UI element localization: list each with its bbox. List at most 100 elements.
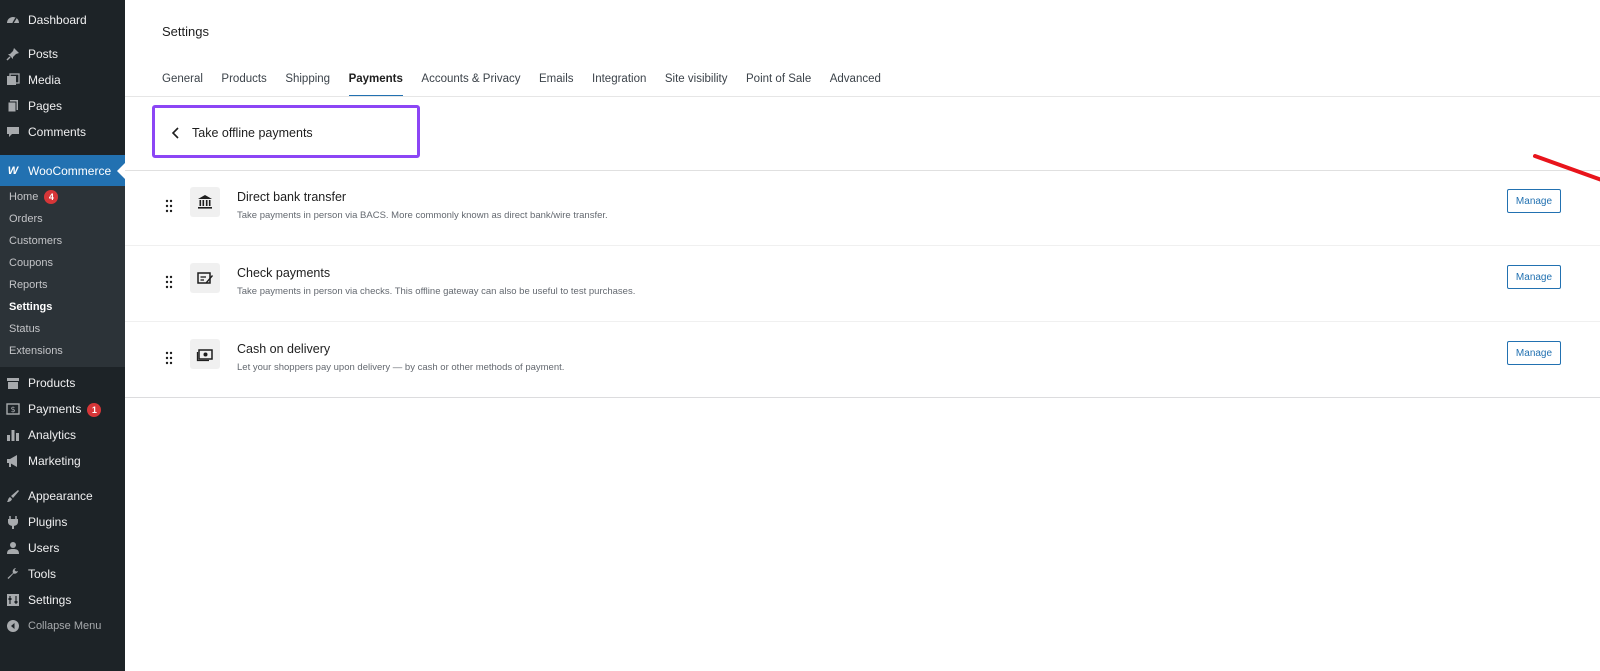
bank-icon [190,187,220,217]
archive-icon [6,376,20,390]
menu-payments[interactable]: $ Payments 1 [0,396,125,422]
menu-label: Settings [28,593,72,607]
menu-label: Payments 1 [28,402,102,417]
menu-label: Users [28,541,60,555]
gateway-description: Let your shoppers pay upon delivery — by… [237,362,565,373]
payments-icon: $ [6,402,20,416]
tab-emails[interactable]: Emails [539,72,574,96]
settings-icon [6,593,20,607]
tab-point-of-sale[interactable]: Point of Sale [746,72,811,96]
tabs-divider [125,96,1600,97]
plugin-icon [6,515,20,529]
menu-label: Appearance [28,489,93,503]
tab-products[interactable]: Products [221,72,266,96]
menu-label: Media [28,73,61,87]
analytics-icon [6,428,20,442]
tab-site-visibility[interactable]: Site visibility [665,72,728,96]
collapse-icon [6,619,20,633]
menu-label: Marketing [28,454,81,468]
tab-accounts-privacy[interactable]: Accounts & Privacy [421,72,520,96]
megaphone-icon [6,454,20,468]
notification-badge: 1 [87,403,102,417]
menu-label: Comments [28,125,87,139]
menu-media[interactable]: Media [0,67,125,93]
drag-handle-icon[interactable] [165,275,173,289]
submenu-home[interactable]: Home 4 [9,188,59,206]
menu-label: Plugins [28,515,68,529]
tab-advanced[interactable]: Advanced [830,72,881,96]
submenu-reports[interactable]: Reports [9,276,48,294]
admin-sidebar: Dashboard Posts Media Pages Comments W W… [0,0,125,671]
pin-icon [6,47,20,61]
menu-label: Analytics [28,428,77,442]
menu-dashboard[interactable]: Dashboard [0,7,125,33]
cash-icon [190,339,220,369]
tab-shipping[interactable]: Shipping [285,72,330,96]
submenu-coupons[interactable]: Coupons [9,254,53,272]
menu-products[interactable]: Products [0,370,125,396]
media-icon [6,73,20,87]
submenu-customers[interactable]: Customers [9,232,62,250]
tab-payments[interactable]: Payments [348,72,403,96]
menu-label: Dashboard [28,13,87,27]
row-divider [125,245,1600,246]
manage-button[interactable]: Manage [1507,341,1561,365]
drag-handle-icon[interactable] [165,199,173,213]
menu-posts[interactable]: Posts [0,41,125,67]
menu-settings[interactable]: Settings [0,587,125,613]
submenu-label: Customers [9,235,63,247]
woocommerce-submenu: Home 4 Orders Customers Coupons Reports … [0,186,125,367]
page-title: Settings [162,24,209,39]
submenu-label: Coupons [9,257,54,269]
submenu-status[interactable]: Status [9,320,40,338]
notification-badge: 4 [44,190,59,204]
users-icon [6,541,20,555]
menu-label: WooCommerce [28,164,112,178]
gateway-title: Check payments [237,266,331,280]
submenu-settings[interactable]: Settings [9,298,52,316]
manage-button[interactable]: Manage [1507,265,1561,289]
brush-icon [6,489,20,503]
submenu-orders[interactable]: Orders [9,210,43,228]
submenu-label: Settings [9,301,53,313]
gateway-description: Take payments in person via BACS. More c… [237,210,608,221]
pages-icon [6,99,20,113]
menu-label: Tools [28,567,57,581]
gateway-row-cash-on-delivery: Cash on delivery Let your shoppers pay u… [125,323,1600,398]
menu-analytics[interactable]: Analytics [0,422,125,448]
menu-users[interactable]: Users [0,535,125,561]
menu-marketing[interactable]: Marketing [0,448,125,474]
row-divider [125,397,1600,398]
menu-pages[interactable]: Pages [0,93,125,119]
settings-main: Settings General Products Shipping Payme… [125,0,1600,671]
gateway-description: Take payments in person via checks. This… [237,286,636,297]
menu-label-text: Payments [28,402,82,416]
menu-plugins[interactable]: Plugins [0,509,125,535]
back-chevron-icon[interactable] [168,125,184,141]
drag-handle-icon[interactable] [165,351,173,365]
gateway-row-check-payments: Check payments Take payments in person v… [125,247,1600,322]
collapse-menu-button[interactable]: Collapse Menu [0,613,125,639]
tab-integration[interactable]: Integration [592,72,646,96]
menu-woocommerce[interactable]: W WooCommerce [0,155,125,187]
submenu-label: Status [9,323,41,335]
submenu-extensions[interactable]: Extensions [9,342,63,360]
submenu-label: Orders [9,213,43,225]
current-menu-arrow [117,163,125,179]
section-title: Take offline payments [192,126,313,140]
menu-appearance[interactable]: Appearance [0,483,125,509]
submenu-label: Home [9,191,39,203]
menu-comments[interactable]: Comments [0,119,125,145]
gateway-title: Cash on delivery [237,342,331,356]
menu-label: Posts [28,47,59,61]
highlight-box: Take offline payments [152,105,420,158]
tab-general[interactable]: General [162,72,203,96]
menu-tools[interactable]: Tools [0,561,125,587]
settings-tabs: General Products Shipping Payments Accou… [162,72,899,96]
gateway-title: Direct bank transfer [237,190,347,204]
gateway-row-direct-bank-transfer: Direct bank transfer Take payments in pe… [125,171,1600,246]
dashboard-icon [6,13,20,27]
menu-label: Collapse Menu [28,620,102,632]
comments-icon [6,125,20,139]
svg-text:$: $ [10,405,15,414]
